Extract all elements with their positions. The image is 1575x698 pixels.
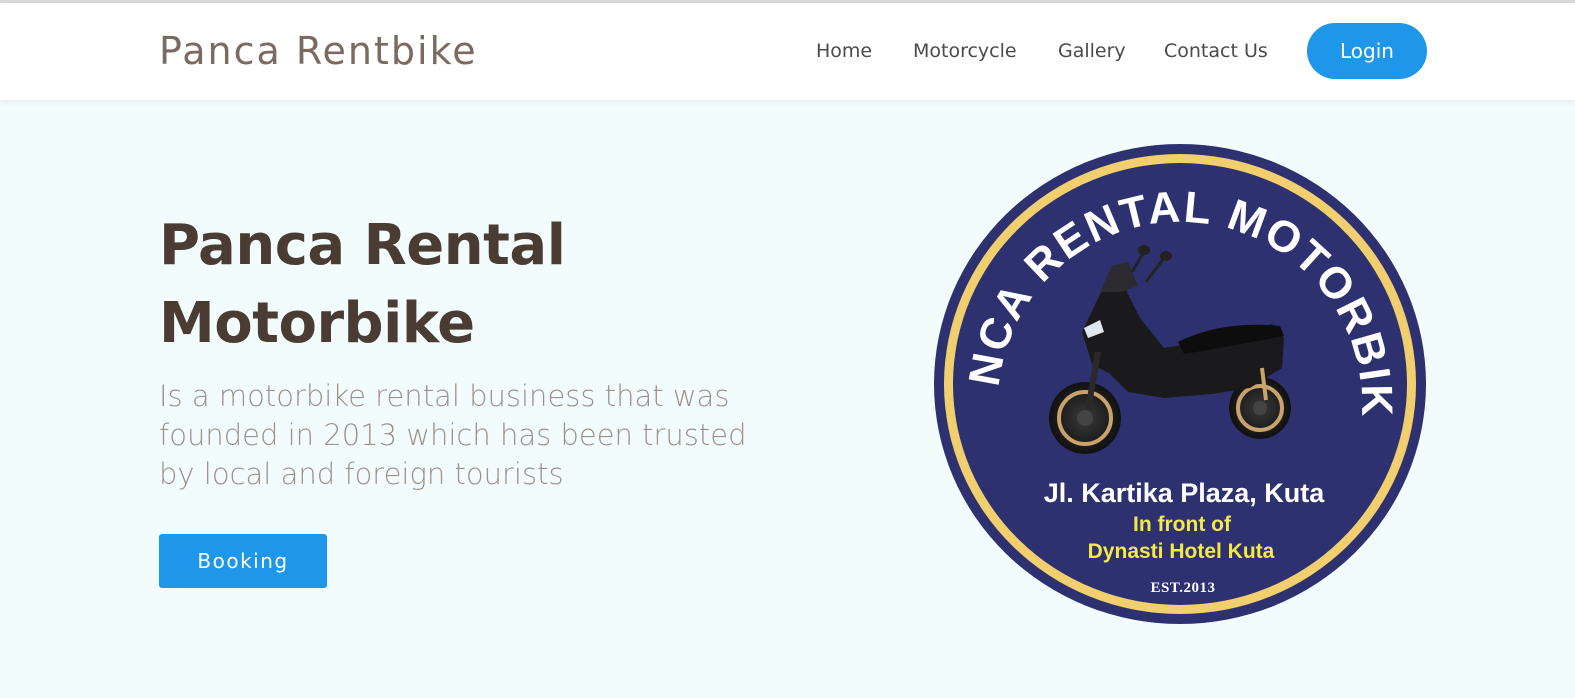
navbar: Panca Rentbike Home Motorcycle Gallery C… [0, 3, 1575, 100]
nav-link-contact-us[interactable]: Contact Us [1164, 40, 1268, 62]
booking-button[interactable]: Booking [159, 534, 327, 588]
hero-section: Panca Rental Motorbike Is a motorbike re… [0, 100, 1575, 698]
hero-title-line2: Motorbike [159, 291, 475, 356]
hero-description: Is a motorbike rental business that was … [159, 379, 747, 491]
hero-title-line1: Panca Rental [159, 213, 566, 278]
logo-address: Jl. Kartika Plaza, Kuta [1044, 478, 1326, 508]
logo-location-line1: In front of [1133, 513, 1232, 536]
brand-logo-text[interactable]: Panca Rentbike [159, 29, 478, 73]
hero-title: Panca Rental Motorbike [159, 207, 719, 363]
logo-established: EST.2013 [1151, 580, 1216, 596]
nav-link-home[interactable]: Home [816, 40, 872, 62]
rental-logo-badge: PANCA RENTAL MOTORBIKE [915, 103, 1428, 626]
logo-location-line2: Dynasti Hotel Kuta [1088, 540, 1275, 563]
nav-link-gallery[interactable]: Gallery [1058, 40, 1126, 62]
rental-logo-svg: PANCA RENTAL MOTORBIKE [915, 103, 1426, 624]
login-button[interactable]: Login [1307, 23, 1427, 79]
nav-link-motorcycle[interactable]: Motorcycle [913, 40, 1017, 62]
